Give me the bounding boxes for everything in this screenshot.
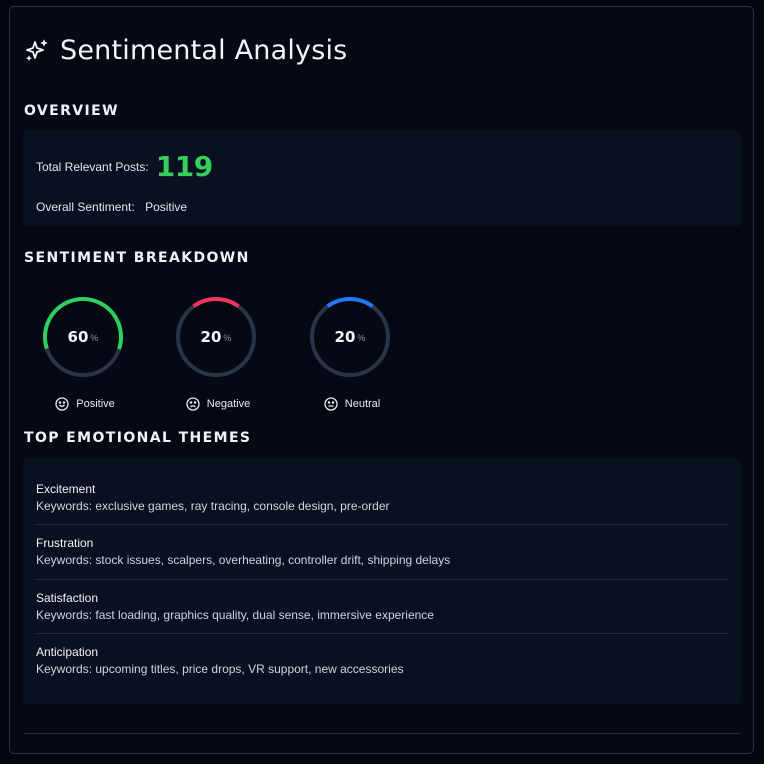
breakdown-heading: SENTIMENT BREAKDOWN	[24, 250, 250, 266]
gauge-neutral: 20% Neutral	[304, 295, 396, 411]
theme-item-frustration: Frustration Keywords: stock issues, scal…	[36, 536, 728, 567]
divider	[36, 579, 728, 580]
gauge-label: Positive	[76, 398, 115, 410]
page-title: Sentimental Analysis	[60, 35, 348, 66]
theme-keywords: Keywords: upcoming titles, price drops, …	[36, 662, 404, 676]
divider	[36, 633, 728, 634]
overall-sentiment-value: Positive	[145, 200, 188, 214]
themes-card: Excitement Keywords: exclusive games, ra…	[23, 458, 741, 704]
sparkles-icon	[26, 39, 48, 61]
theme-item-anticipation: Anticipation Keywords: upcoming titles, …	[36, 645, 728, 676]
gauge-negative: 20% Negative	[170, 295, 262, 411]
gauge-value: 20	[200, 328, 222, 346]
divider	[36, 524, 728, 525]
overview-heading: OVERVIEW	[24, 103, 119, 119]
theme-name: Anticipation	[36, 645, 99, 659]
header: Sentimental Analysis	[24, 35, 347, 66]
themes-heading: TOP EMOTIONAL THEMES	[24, 430, 252, 446]
gauge-value: 20	[334, 328, 356, 346]
gauge-label: Negative	[206, 398, 251, 410]
theme-keywords: Keywords: exclusive games, ray tracing, …	[36, 499, 390, 513]
neutral-face-icon	[324, 397, 338, 411]
gauge-unit: %	[357, 333, 366, 343]
overview-card: Total Relevant Posts: 119 Overall Sentim…	[23, 130, 741, 226]
gauge-label: Neutral	[344, 398, 381, 410]
theme-keywords: Keywords: stock issues, scalpers, overhe…	[36, 553, 451, 567]
gauge-unit: %	[223, 333, 232, 343]
smile-icon	[55, 397, 69, 411]
total-posts-label: Total Relevant Posts:	[36, 159, 149, 174]
gauge-unit: %	[90, 333, 99, 343]
sentiment-panel: Sentimental Analysis OVERVIEW Total Rele…	[9, 6, 754, 754]
overall-sentiment-label: Overall Sentiment:	[36, 200, 135, 214]
theme-keywords: Keywords: fast loading, graphics quality…	[36, 608, 434, 622]
footer-divider	[23, 733, 741, 734]
gauge-positive: 60% Positive	[37, 295, 129, 411]
frown-icon	[186, 397, 200, 411]
gauge-value: 60	[67, 328, 89, 346]
theme-item-excitement: Excitement Keywords: exclusive games, ra…	[36, 482, 728, 513]
theme-item-satisfaction: Satisfaction Keywords: fast loading, gra…	[36, 591, 728, 622]
total-posts-value: 119	[155, 150, 213, 183]
theme-name: Satisfaction	[36, 591, 99, 605]
theme-name: Frustration	[36, 536, 94, 550]
theme-name: Excitement	[36, 482, 96, 496]
